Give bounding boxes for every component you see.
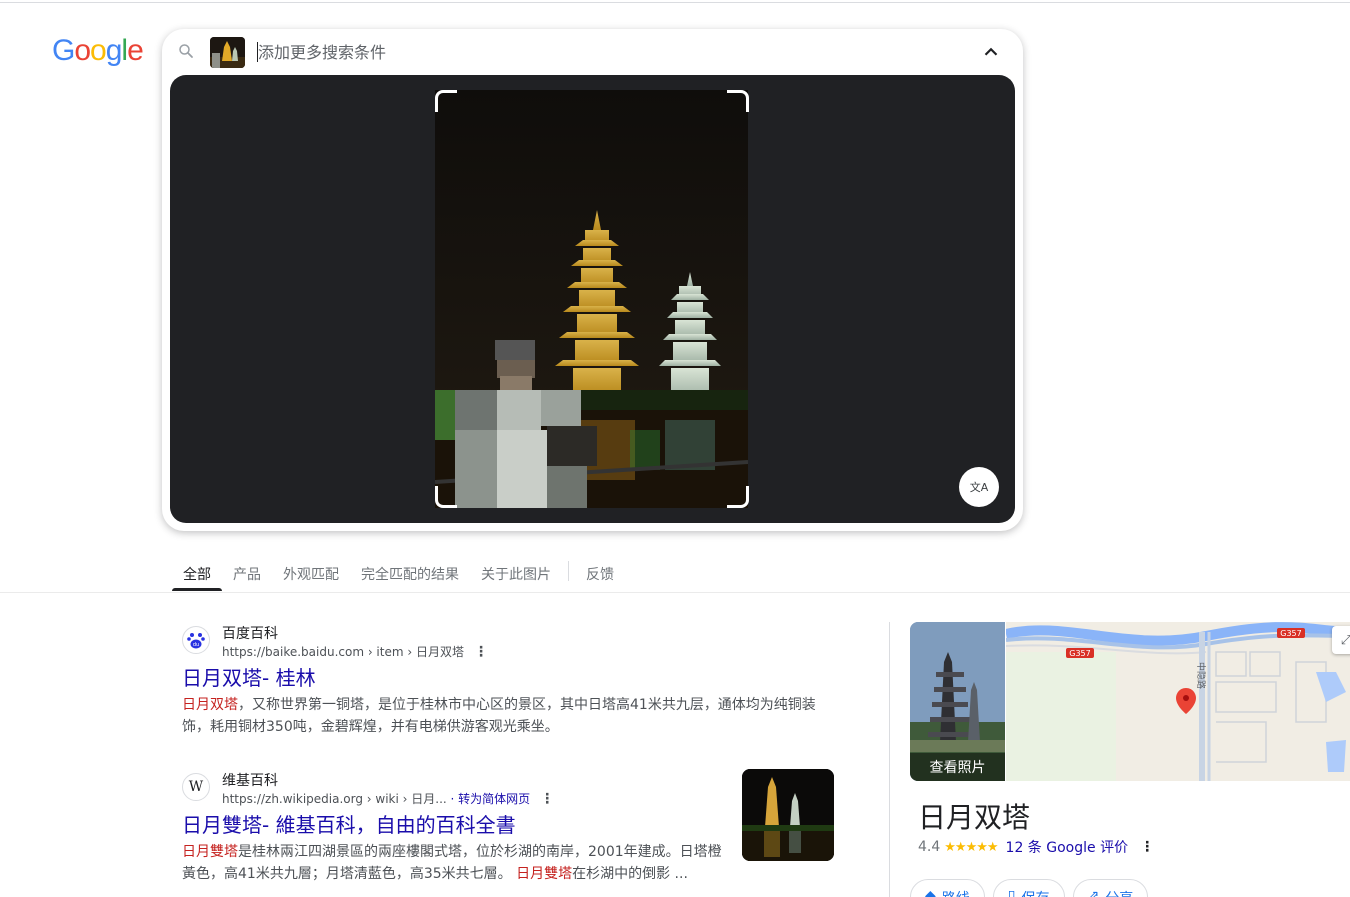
chip-label: 路线 [942, 888, 970, 897]
snippet-highlight: 日月雙塔 [182, 844, 238, 860]
snippet-highlight: 日月双塔 [182, 697, 238, 713]
translate-page-link[interactable]: · 转为简体网页 [451, 792, 531, 806]
tab-visual-matches[interactable]: 外观匹配 [272, 560, 350, 591]
result-title-link[interactable]: 日月双塔- 桂林 [182, 665, 842, 691]
chip-label: 保存 [1022, 888, 1050, 897]
site-name: 百度百科 [222, 626, 278, 642]
rating-value: 4.4 [918, 839, 941, 855]
logo-letter: o [90, 34, 107, 67]
query-image [435, 90, 748, 508]
translate-button[interactable]: 文A [959, 467, 999, 507]
svg-text:du: du [193, 642, 199, 648]
view-photos-label: 查看照片 [910, 753, 1005, 781]
reviews-link[interactable]: 12 条 Google 评价 [1006, 837, 1129, 857]
image-preview-panel: 文A [170, 75, 1015, 523]
lens-search-card: 文A [162, 29, 1023, 531]
chip-label: 分享 [1105, 888, 1133, 897]
share-button[interactable]: ⇗ 分享 [1072, 879, 1149, 897]
search-icon [179, 44, 193, 58]
tab-exact-matches[interactable]: 完全匹配的结果 [350, 560, 470, 591]
result-snippet: 日月双塔，又称世界第一铜塔，是位于桂林市中心区的景区，其中日塔高41米共九层，通… [182, 694, 822, 738]
tab-divider [568, 561, 569, 581]
search-bar [162, 29, 1023, 75]
logo-letter: e [127, 34, 144, 67]
tabs-divider [0, 592, 1350, 593]
more-options-icon[interactable]: ⋮ [1140, 839, 1154, 855]
logo-letter: g [105, 34, 123, 67]
crop-handle[interactable] [727, 486, 749, 508]
map-street-label: 中隐路 [1195, 662, 1207, 689]
site-url: https://baike.baidu.com › item › 日月双塔 ⋮ [222, 643, 488, 660]
directions-icon: ◆ [925, 888, 936, 897]
snippet-text: 在杉湖中的倒影 ... [572, 866, 688, 882]
more-options-icon[interactable]: ⋮ [540, 791, 554, 807]
translate-icon: 文A [969, 481, 989, 494]
google-logo[interactable]: Google [52, 34, 144, 68]
wikipedia-icon: W [182, 773, 210, 801]
save-button[interactable]: ▯ 保存 [992, 879, 1065, 897]
site-url: https://zh.wikipedia.org › wiki › 日月... … [222, 790, 554, 807]
location-map[interactable]: G357 G357 中隐路 ⤢ [1006, 622, 1350, 781]
crop-handle[interactable] [727, 90, 749, 112]
top-divider [0, 2, 1350, 3]
tab-feedback[interactable]: 反馈 [575, 560, 625, 591]
place-photo[interactable]: 查看照片 [910, 622, 1005, 781]
tab-products[interactable]: 产品 [222, 560, 272, 591]
tab-about-image[interactable]: 关于此图片 [470, 560, 562, 591]
logo-letter: G [52, 34, 75, 67]
result-source[interactable]: du 百度百科 https://baike.baidu.com › item ›… [182, 622, 842, 662]
baidu-paw-icon: du [182, 626, 210, 654]
results-tabs: 全部 产品 外观匹配 完全匹配的结果 关于此图片 反馈 [172, 560, 625, 592]
knowledge-panel-divider [889, 622, 890, 897]
tab-all[interactable]: 全部 [172, 560, 222, 591]
search-result: du 百度百科 https://baike.baidu.com › item ›… [182, 622, 842, 738]
map-road-label: G357 [1280, 629, 1301, 638]
crop-handle[interactable] [435, 90, 457, 112]
expand-map-icon[interactable]: ⤢ [1332, 626, 1350, 654]
snippet-text: ，又称世界第一铜塔，是位于桂林市中心区的景区，其中日塔高41米共九层，通体均为纯… [182, 697, 816, 735]
site-url-text: https://zh.wikipedia.org › wiki › 日月... [222, 792, 447, 806]
directions-button[interactable]: ◆ 路线 [910, 879, 985, 897]
share-icon: ⇗ [1087, 888, 1100, 897]
site-name: 维基百科 [222, 773, 278, 789]
place-actions: ◆ 路线 ▯ 保存 ⇗ 分享 [910, 879, 1149, 897]
query-image-thumbnail[interactable] [210, 37, 245, 68]
crop-handle[interactable] [435, 486, 457, 508]
bookmark-icon: ▯ [1007, 888, 1016, 897]
more-options-icon[interactable]: ⋮ [474, 644, 488, 660]
result-snippet: 日月雙塔是桂林兩江四湖景區的兩座樓閣式塔，位於杉湖的南岸，2001年建成。日塔橙… [182, 841, 722, 885]
rating-stars-icon: ★★★★★ [944, 839, 998, 855]
place-title: 日月双塔 [918, 801, 1031, 834]
chevron-up-icon[interactable] [980, 41, 1002, 63]
map-road-label: G357 [1069, 649, 1090, 658]
site-url-text: https://baike.baidu.com › item › 日月双塔 [222, 645, 464, 659]
result-thumbnail[interactable] [742, 769, 834, 861]
logo-letter: o [74, 34, 91, 67]
search-input[interactable] [258, 40, 958, 64]
snippet-highlight: 日月雙塔 [516, 866, 573, 882]
place-rating: 4.4 ★★★★★ 12 条 Google 评价 ⋮ [918, 837, 1154, 857]
